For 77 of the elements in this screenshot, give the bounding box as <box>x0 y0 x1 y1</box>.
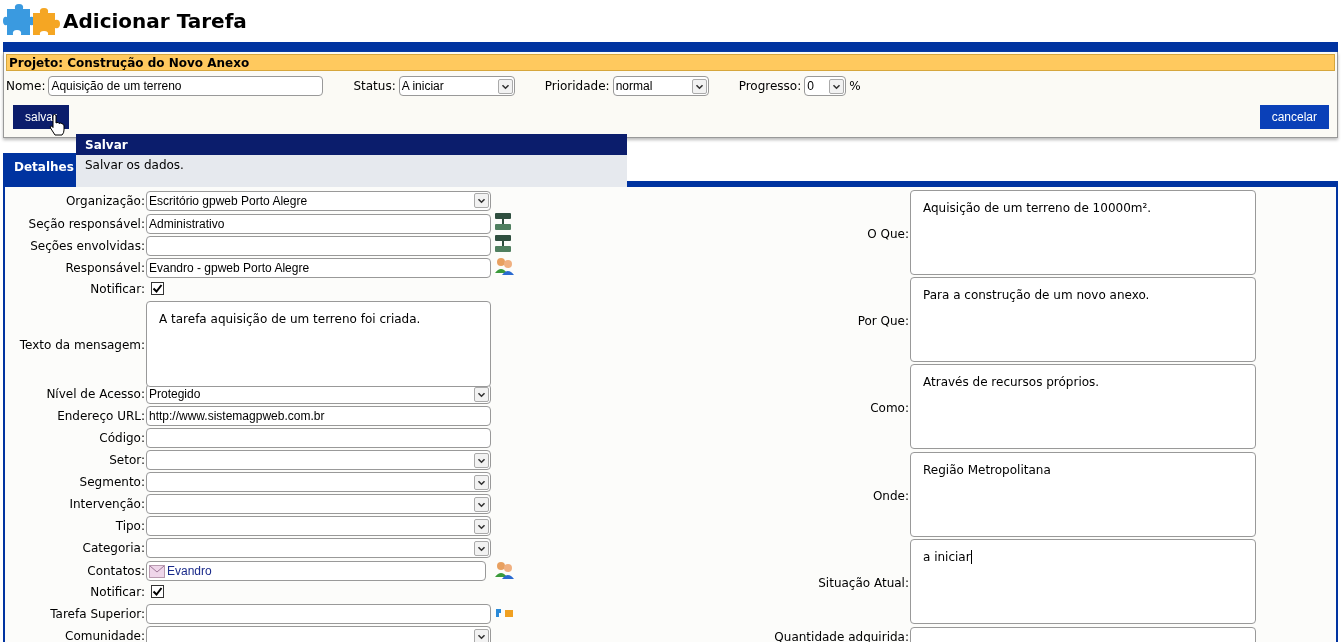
input-field[interactable] <box>146 235 491 256</box>
contacts-field[interactable]: Evandro <box>146 561 486 582</box>
field-label: Segmento: <box>78 475 145 490</box>
field-label: Nível de Acesso: <box>45 387 145 402</box>
text-area[interactable]: a iniciar <box>910 538 1256 624</box>
select-field[interactable] <box>146 494 491 515</box>
input-field[interactable]: http://www.sistemagpweb.com.br <box>146 406 491 427</box>
text-area[interactable]: Região Metropolitana <box>910 451 1256 537</box>
input-field[interactable] <box>146 604 491 625</box>
select-field[interactable] <box>146 516 491 537</box>
dropdown-caret-icon[interactable] <box>474 629 489 642</box>
field-label: Seção responsável: <box>27 216 145 231</box>
field-label: Tarefa Superior: <box>49 607 145 622</box>
field-label: Como: <box>869 401 909 416</box>
field-label: Setor: <box>108 453 145 468</box>
people-icon[interactable] <box>494 559 516 580</box>
field-label: Seções envolvidas: <box>29 238 145 253</box>
envelope-icon <box>149 564 165 578</box>
text-area[interactable]: Aquisição de um terreno de 10000m². <box>910 190 1256 275</box>
org-chart-icon[interactable] <box>494 212 512 232</box>
tooltip-title: Salvar <box>76 134 627 155</box>
select-field[interactable]: Escritório gpweb Porto Alegre <box>146 190 491 211</box>
dropdown-caret-icon[interactable] <box>691 78 707 94</box>
people-icon[interactable] <box>494 256 516 277</box>
field-label: Contatos: <box>86 564 145 579</box>
select-field[interactable] <box>146 626 491 642</box>
field-label: Comunidade: <box>64 629 145 642</box>
field-label: Por Que: <box>856 314 909 329</box>
field-label: Situação Atual: <box>817 575 909 590</box>
field-label: Progresso: <box>738 79 802 93</box>
field-label: Tipo: <box>114 519 145 534</box>
text-area[interactable]: A tarefa aquisição de um terreno foi criada. <box>146 300 491 387</box>
field-label: Prioridade: <box>544 79 610 93</box>
text-area[interactable]: Através de recursos próprios. <box>910 364 1256 450</box>
page-title: Adicionar Tarefa <box>63 9 247 33</box>
dropdown-caret-icon[interactable] <box>474 474 489 490</box>
name-field[interactable]: Aquisição de um terreno <box>48 76 324 96</box>
progress-select[interactable]: 0 <box>804 76 847 96</box>
dropdown-caret-icon[interactable] <box>474 518 489 534</box>
select-field[interactable] <box>146 450 491 471</box>
dropdown-caret-icon[interactable] <box>474 496 489 512</box>
dropdown-caret-icon[interactable] <box>474 452 489 468</box>
input-field[interactable]: Evandro - gpweb Porto Alegre <box>146 257 491 278</box>
checkbox[interactable] <box>151 281 164 295</box>
priority-select[interactable]: normal <box>612 76 709 96</box>
checkbox[interactable] <box>151 585 164 598</box>
input-field[interactable] <box>910 626 1256 642</box>
field-label: Endereço URL: <box>56 409 145 424</box>
field-label: Nome: <box>6 79 46 93</box>
status-select[interactable]: A iniciar <box>398 76 515 96</box>
field-label: Notificar: <box>89 585 145 600</box>
cancel-button[interactable]: cancelar <box>1259 105 1329 129</box>
percent-unit: % <box>849 79 861 93</box>
field-label: Texto da mensagem: <box>18 338 145 353</box>
field-label: Categoria: <box>81 541 145 556</box>
field-label: Onde: <box>871 488 909 503</box>
puzzle-pieces-icon[interactable] <box>494 606 516 620</box>
project-banner: Projeto: Construção do Novo Anexo <box>6 54 1335 71</box>
field-label: O Que: <box>866 227 909 241</box>
field-label: Status: <box>353 79 396 93</box>
field-label: Responsável: <box>64 260 145 275</box>
field-label: Código: <box>98 431 145 446</box>
text-area[interactable]: Para a construção de um novo anexo. <box>910 277 1256 363</box>
field-label: Organização: <box>64 193 145 208</box>
field-label: Notificar: <box>89 282 145 297</box>
input-field[interactable]: Administrativo <box>146 213 491 234</box>
input-field[interactable] <box>146 428 491 449</box>
field-label: Intervenção: <box>68 497 145 512</box>
tooltip-text: Salvar os dados. <box>76 155 627 187</box>
dropdown-caret-icon[interactable] <box>474 540 489 556</box>
select-field[interactable] <box>146 472 491 493</box>
select-field[interactable] <box>146 538 491 559</box>
dropdown-caret-icon[interactable] <box>497 78 513 94</box>
dropdown-caret-icon[interactable] <box>829 78 845 94</box>
dropdown-caret-icon[interactable] <box>474 193 489 208</box>
tab[interactable]: Detalhes <box>3 153 79 181</box>
org-chart-icon[interactable] <box>494 234 512 255</box>
